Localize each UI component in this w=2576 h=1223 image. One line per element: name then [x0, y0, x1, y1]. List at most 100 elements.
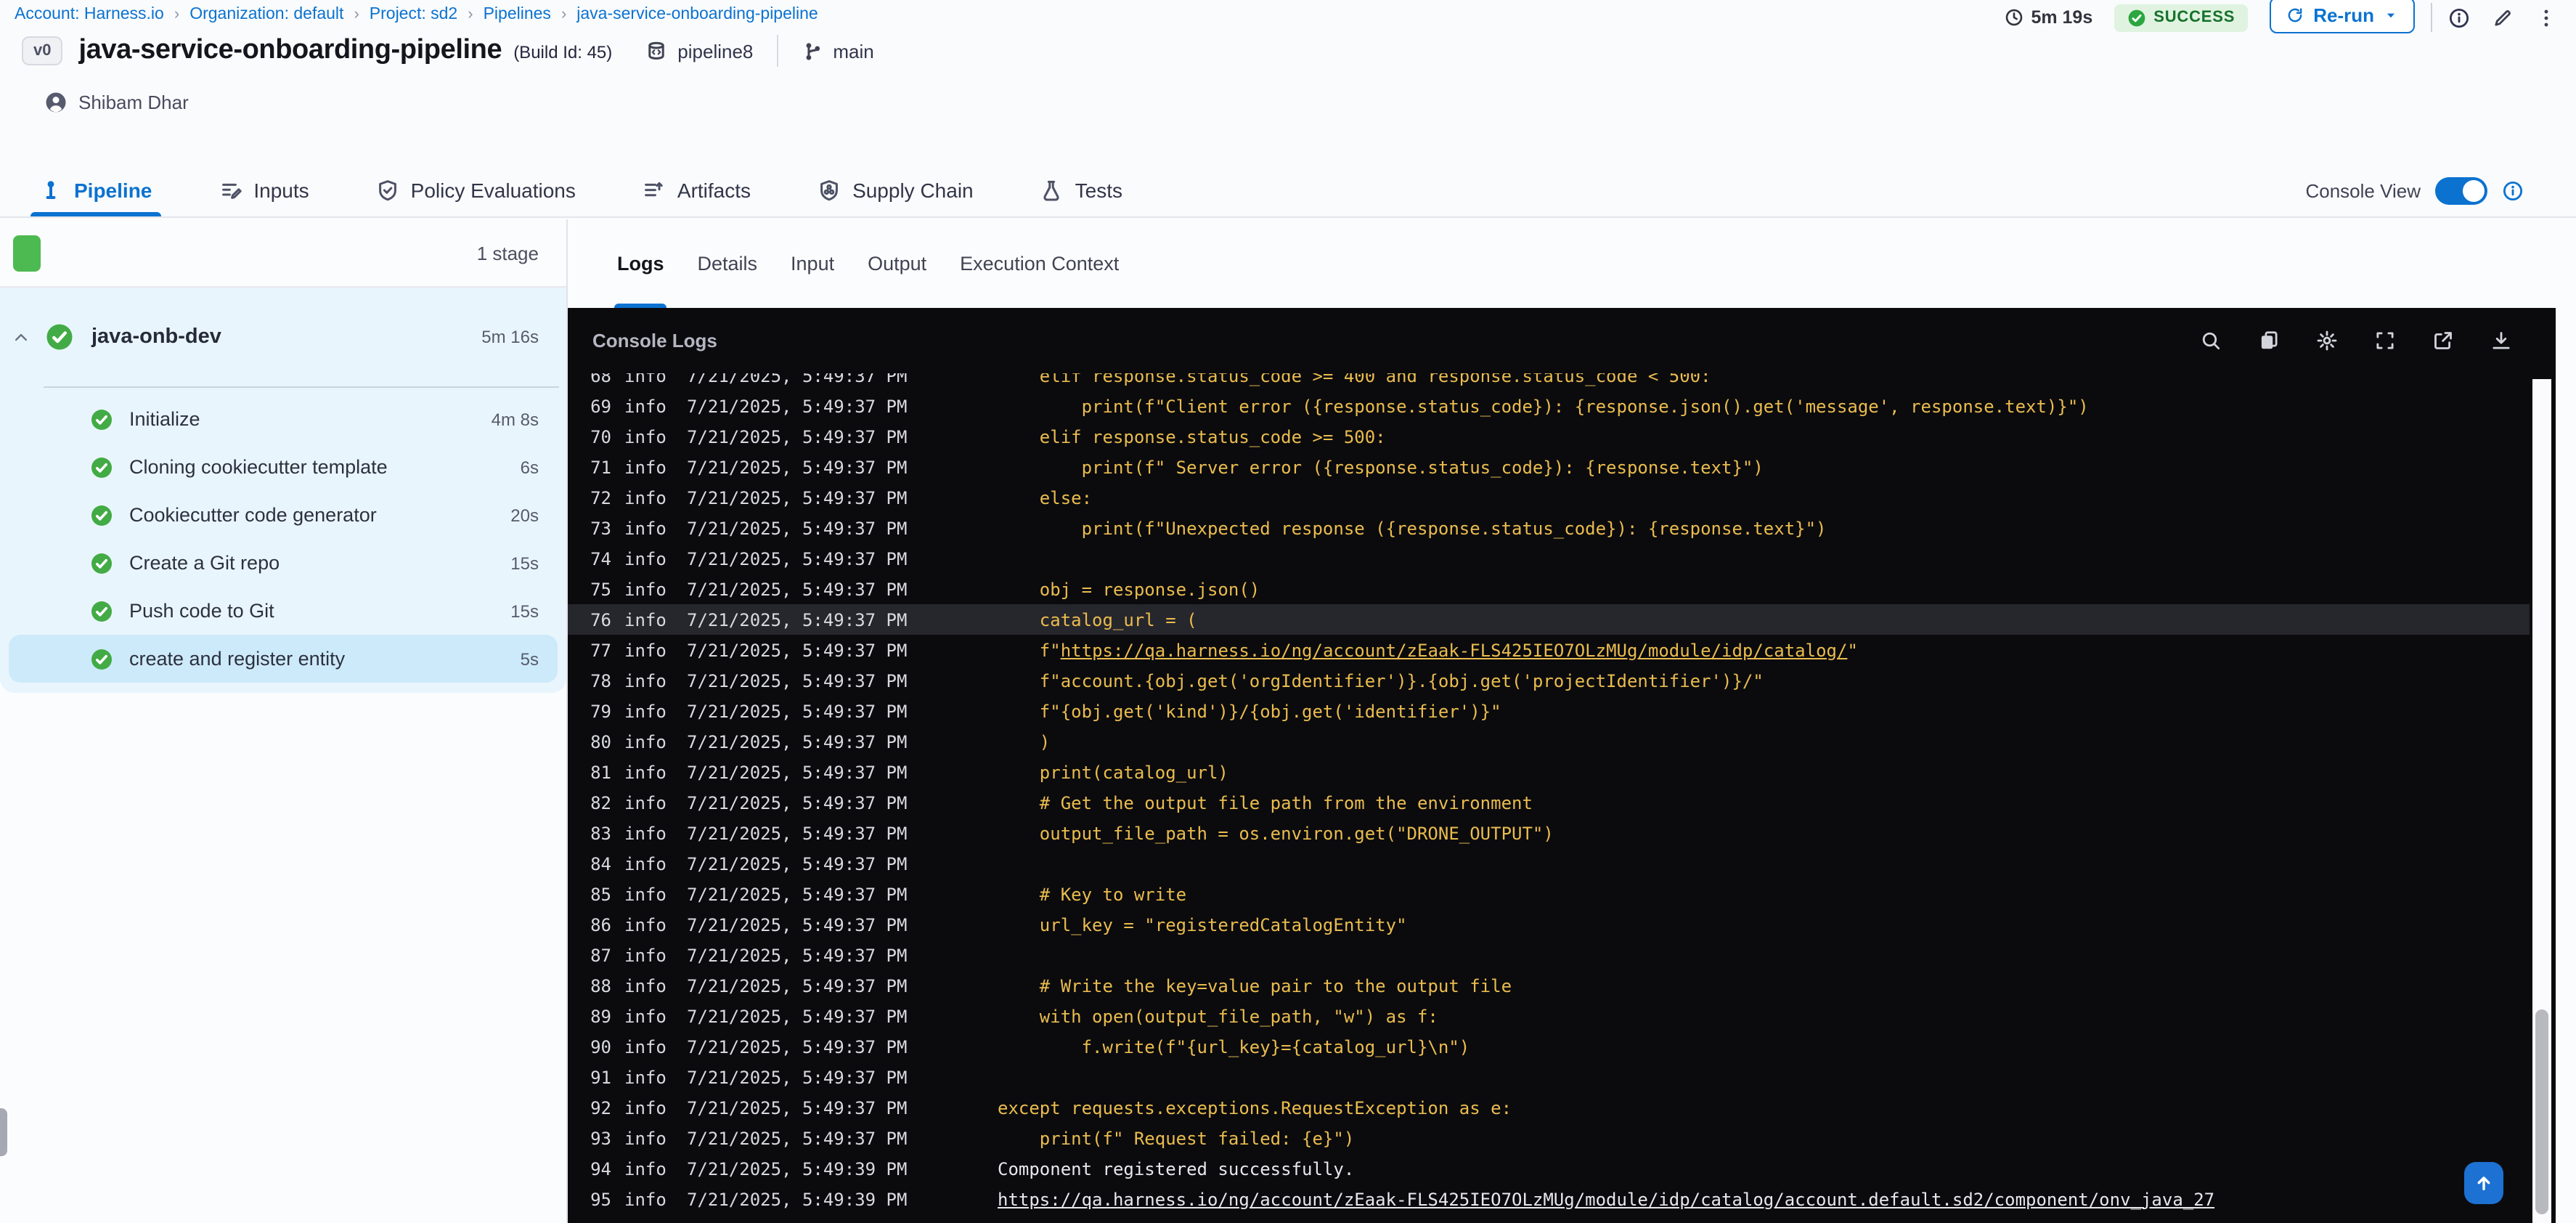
log-line-72: 72 info 7/21/2025, 5:49:37 PM else: [568, 482, 2530, 513]
step-name: Create a Git repo [129, 552, 280, 574]
log-link[interactable]: https://qa.harness.io/ng/account/zEaak-F… [1061, 640, 1848, 660]
log-message: # Write the key=value pair to the output… [998, 975, 1512, 996]
log-level: info [624, 487, 667, 508]
step-success-icon [90, 647, 113, 670]
panel-tab-output[interactable]: Output [868, 219, 926, 308]
log-timestamp: 7/21/2025, 5:49:37 PM [687, 823, 908, 843]
branch-cluster[interactable]: main [801, 40, 874, 62]
tab-label: Tests [1075, 178, 1122, 201]
tab-artifacts[interactable]: Artifacts [643, 163, 751, 216]
chevron-up-icon[interactable] [12, 328, 30, 346]
log-line-74: 74 info 7/21/2025, 5:49:37 PM [568, 543, 2530, 574]
log-message: # Get the output file path from the envi… [998, 792, 1533, 813]
log-line-number: 78 [590, 670, 611, 691]
panel-tab-details[interactable]: Details [698, 219, 758, 308]
breadcrumb-item[interactable]: Account: Harness.io [15, 6, 164, 23]
artifacts-icon [643, 178, 666, 201]
download-icon[interactable] [2490, 330, 2512, 352]
log-line-73: 73 info 7/21/2025, 5:49:37 PM print(f"Unex… [568, 513, 2530, 543]
rerun-button[interactable]: Re-run [2270, 0, 2415, 33]
gear-icon[interactable] [2316, 330, 2338, 352]
step-success-icon [90, 407, 113, 431]
log-link[interactable]: https://qa.harness.io/ng/account/zEaak-F… [998, 1189, 2214, 1209]
log-level: info [624, 1036, 667, 1057]
console-header: Console Logs [568, 308, 2556, 373]
repo-cluster[interactable]: pipeline8 [644, 39, 753, 62]
console-scrollbar[interactable] [2532, 379, 2551, 1223]
status-badge: SUCCESS [2114, 4, 2249, 31]
panel-tab-input[interactable]: Input [791, 219, 834, 308]
log-level: info [624, 579, 667, 599]
copy-icon[interactable] [2258, 330, 2280, 352]
caret-down-icon [2383, 7, 2399, 23]
log-line-93: 93 info 7/21/2025, 5:49:37 PM print(f" Req… [568, 1123, 2530, 1153]
log-message: catalog_url = ( [998, 609, 1197, 630]
log-line-number: 92 [590, 1097, 611, 1118]
panel-tab-execution-context[interactable]: Execution Context [960, 219, 1119, 308]
step-duration: 15s [510, 601, 539, 621]
step-item[interactable]: Create a Git repo 15s [0, 539, 566, 587]
tab-inputs[interactable]: Inputs [219, 163, 309, 216]
kebab-menu-icon[interactable] [2535, 7, 2557, 28]
scroll-to-top-button[interactable] [2464, 1162, 2503, 1204]
console-title: Console Logs [592, 330, 717, 352]
log-line-89: 89 info 7/21/2025, 5:49:37 PM with open(ou… [568, 1001, 2530, 1031]
step-name: Cloning cookiecutter template [129, 456, 388, 478]
app: Account: Harness.io › Organization: defaul… [0, 0, 2576, 1223]
breadcrumb-item[interactable]: Pipelines [484, 6, 551, 23]
panel-tab-logs[interactable]: Logs [614, 219, 668, 308]
log-line-88: 88 info 7/21/2025, 5:49:37 PM # Write the … [568, 970, 2530, 1001]
step-item[interactable]: Initialize 4m 8s [0, 395, 566, 443]
tab-policy-evaluations[interactable]: Policy Evaluations [376, 163, 576, 216]
search-icon[interactable] [2200, 330, 2222, 352]
log-line-70: 70 info 7/21/2025, 5:49:37 PM elif respons… [568, 421, 2530, 452]
log-level: info [624, 457, 667, 477]
log-timestamp: 7/21/2025, 5:49:37 PM [687, 975, 908, 996]
step-item[interactable]: Cookiecutter code generator 20s [0, 491, 566, 539]
breadcrumb-item[interactable]: java-service-onboarding-pipeline [576, 6, 818, 23]
fullscreen-icon[interactable] [2374, 330, 2396, 352]
log-level: info [624, 518, 667, 538]
console-view-toggle[interactable] [2435, 176, 2487, 204]
stage-row[interactable]: java-onb-dev 5m 16s [0, 288, 566, 386]
log-timestamp: 7/21/2025, 5:49:39 PM [687, 1158, 908, 1179]
step-item[interactable]: Push code to Git 15s [0, 587, 566, 635]
log-area[interactable]: 68 info 7/21/2025, 5:49:37 PM elif respons… [568, 373, 2530, 1223]
edit-pencil-icon[interactable] [2492, 7, 2514, 28]
policy-icon [376, 178, 399, 201]
log-timestamp: 7/21/2025, 5:49:37 PM [687, 457, 908, 477]
status-label: SUCCESS [2153, 9, 2235, 26]
build-id: (Build Id: 45) [513, 42, 613, 62]
left-scroll-handle[interactable] [0, 1108, 7, 1156]
stage-status-chip[interactable] [13, 235, 41, 272]
info-icon[interactable] [2448, 7, 2470, 28]
scrollbar-thumb[interactable] [2535, 1009, 2548, 1214]
log-message: f"{obj.get('kind')}/{obj.get('identifier… [998, 701, 1501, 721]
open-new-icon[interactable] [2432, 330, 2454, 352]
tab-tests[interactable]: Tests [1040, 163, 1122, 216]
log-timestamp: 7/21/2025, 5:49:37 PM [687, 426, 908, 447]
tab-pipeline[interactable]: Pipeline [30, 163, 160, 216]
console-view-info-icon[interactable] [2502, 179, 2524, 201]
log-message: elif response.status_code >= 500: [998, 426, 1386, 447]
log-line-90: 90 info 7/21/2025, 5:49:37 PM f.write(f"{u… [568, 1031, 2530, 1062]
log-message: except requests.exceptions.RequestExcept… [998, 1097, 1512, 1118]
breadcrumb-item[interactable]: Organization: default [189, 6, 343, 23]
log-line-number: 69 [590, 396, 611, 416]
log-level: info [624, 670, 667, 691]
log-message: f.write(f"{url_key}={catalog_url}\n") [998, 1036, 1470, 1057]
step-item[interactable]: Cloning cookiecutter template 6s [0, 443, 566, 491]
log-message: obj = response.json() [998, 579, 1260, 599]
step-list: Initialize 4m 8s Cloning cookiecutter temp… [0, 388, 566, 686]
breadcrumb-item[interactable]: Project: sd2 [370, 6, 457, 23]
stage-success-icon [45, 322, 74, 352]
step-item[interactable]: create and register entity 5s [9, 635, 558, 683]
log-timestamp: 7/21/2025, 5:49:37 PM [687, 762, 908, 782]
tab-supply-chain[interactable]: Supply Chain [818, 163, 974, 216]
meta-divider [776, 35, 778, 67]
triggered-by: Shibam Dhar [45, 92, 189, 113]
log-line-83: 83 info 7/21/2025, 5:49:37 PM output_file_… [568, 818, 2530, 848]
log-message: with open(output_file_path, "w") as f: [998, 1006, 1438, 1026]
log-timestamp: 7/21/2025, 5:49:37 PM [687, 792, 908, 813]
log-timestamp: 7/21/2025, 5:49:37 PM [687, 640, 908, 660]
